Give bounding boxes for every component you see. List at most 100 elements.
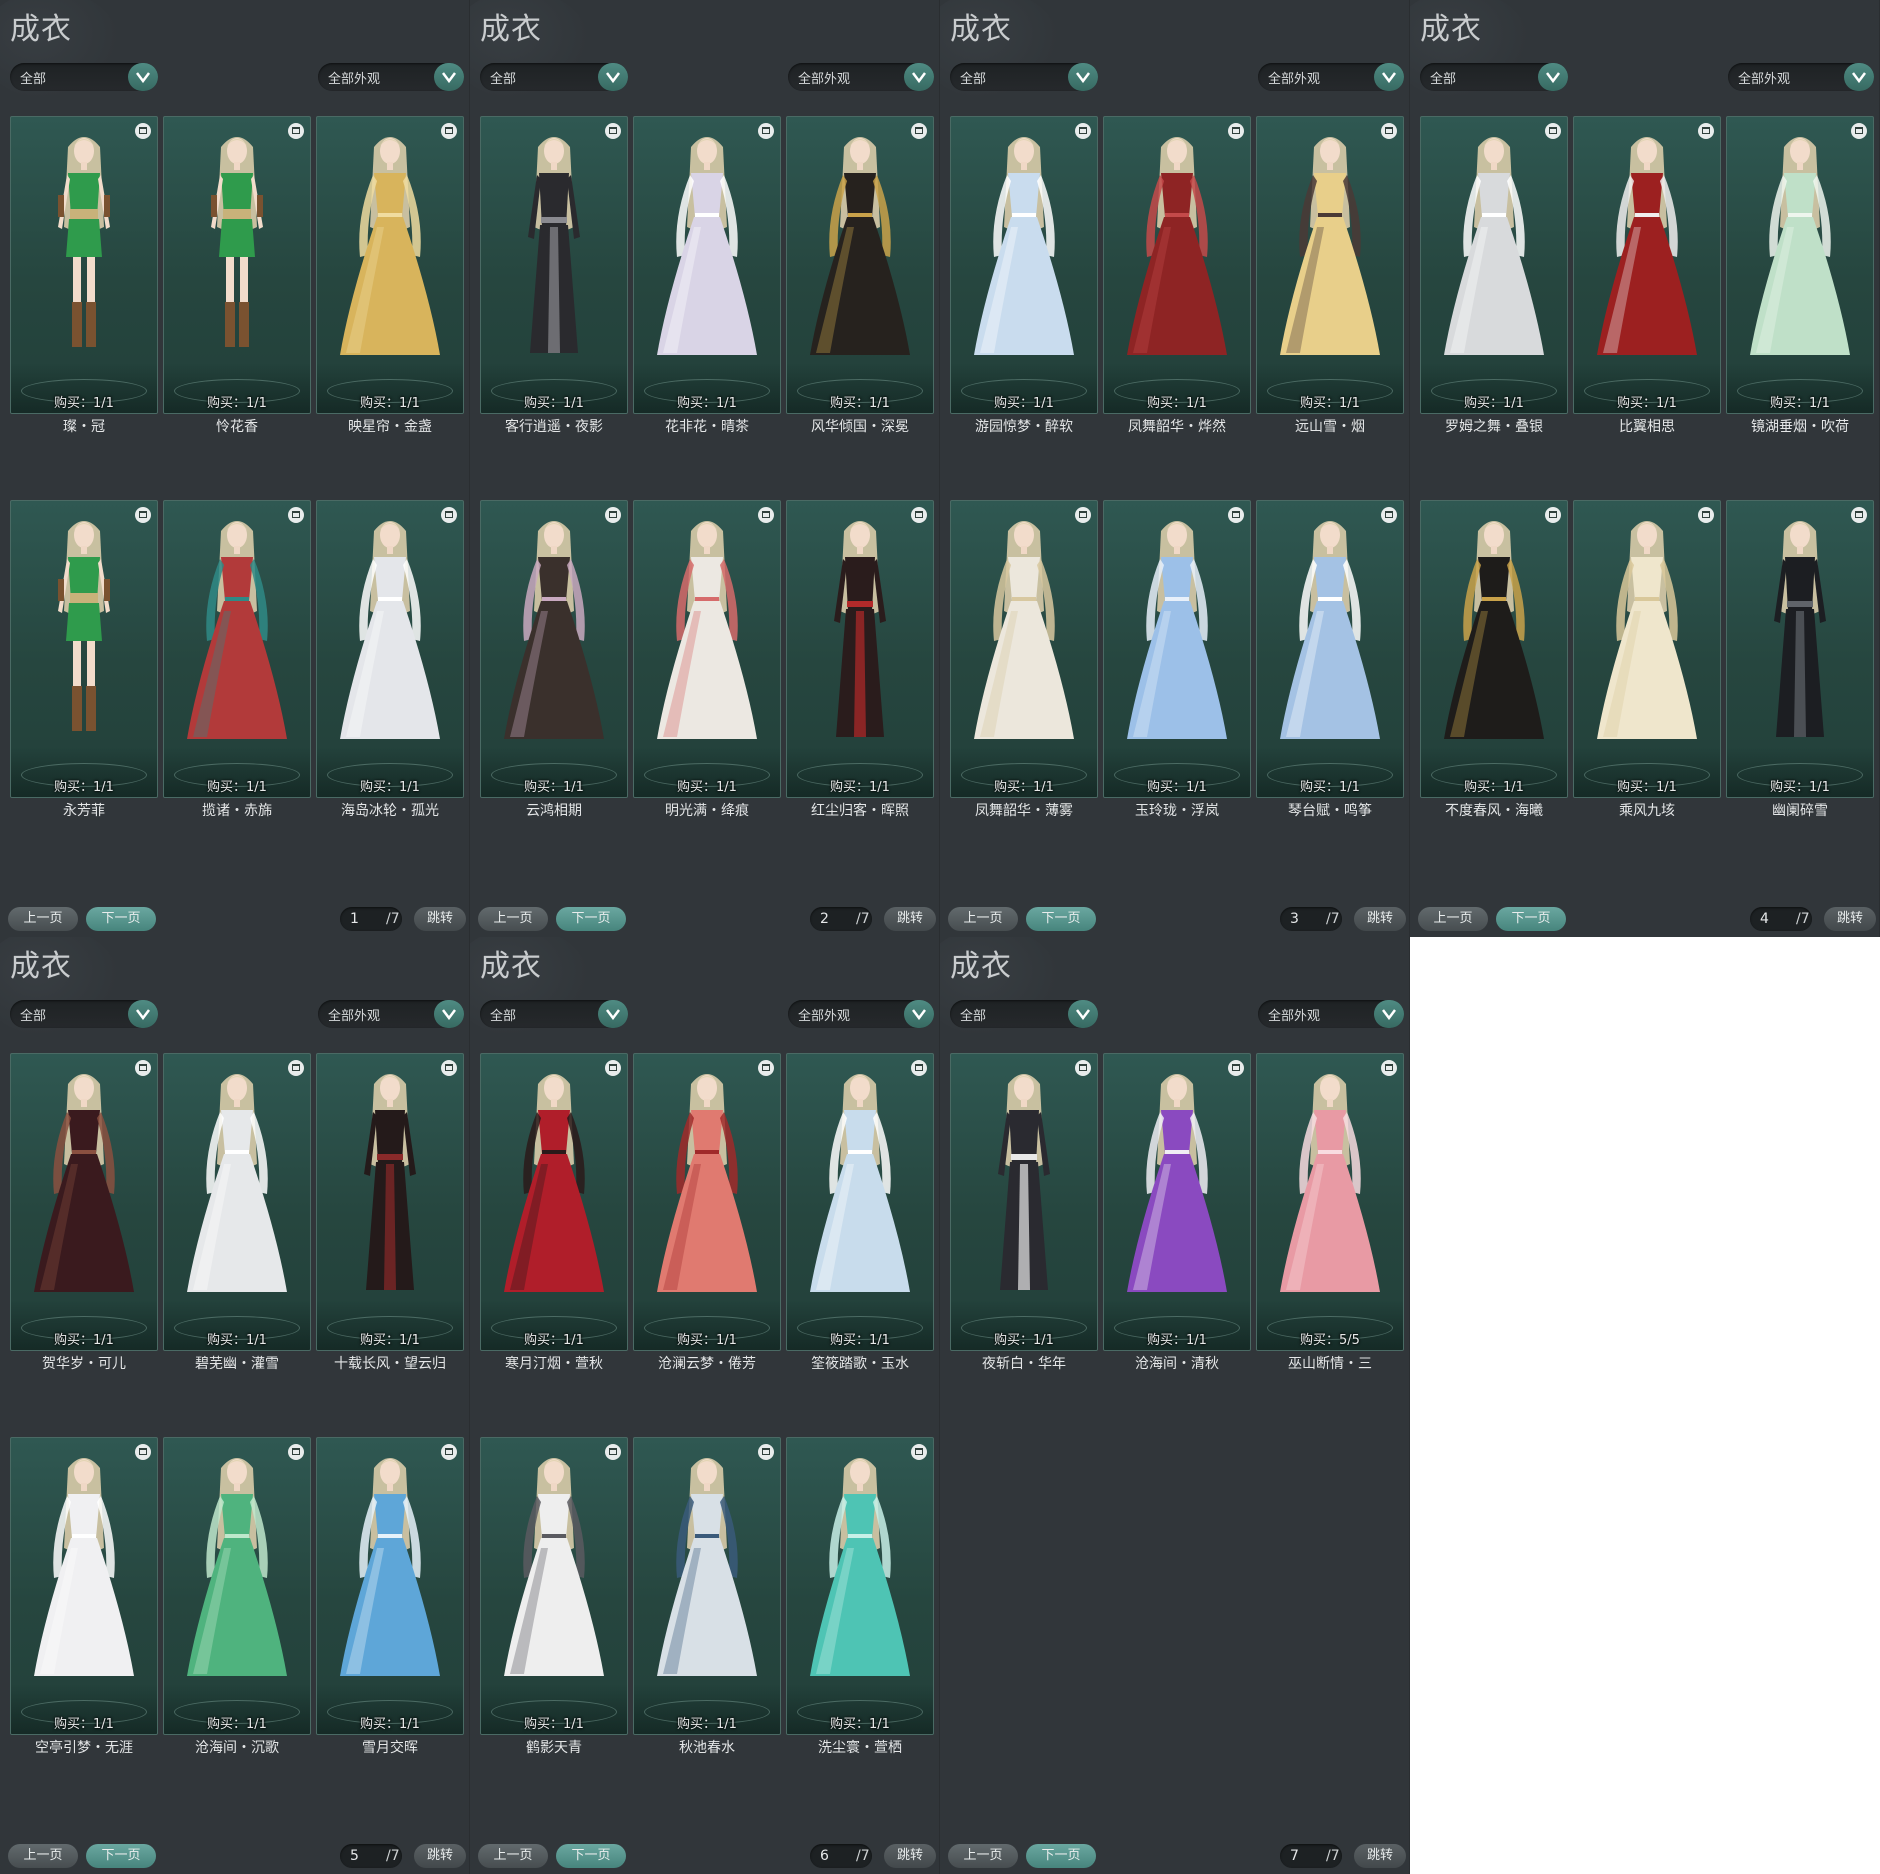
jump-button[interactable]: 跳转 [1354,907,1406,931]
lock-icon[interactable] [1381,123,1397,139]
lock-icon[interactable] [758,1444,774,1460]
lock-icon[interactable] [1228,1060,1244,1076]
outfit-card[interactable]: 购买：1/1 [163,1053,311,1351]
jump-button[interactable]: 跳转 [414,907,466,931]
outfit-card[interactable]: 购买：1/1 [10,116,158,414]
outfit-card[interactable]: 购买：1/1 [316,1053,464,1351]
chevron-down-icon[interactable] [434,1000,464,1028]
outfit-card[interactable]: 购买：1/1 [633,500,781,798]
appearance-filter-dropdown[interactable]: 全部外观 [318,1000,464,1028]
outfit-card[interactable]: 购买：1/1 [1103,500,1251,798]
next-page-button[interactable]: 下一页 [556,907,626,931]
lock-icon[interactable] [758,123,774,139]
outfit-card[interactable]: 购买：1/1 [1256,116,1404,414]
outfit-card[interactable]: 购买：1/1 [1103,1053,1251,1351]
page-number-input[interactable]: 4/7 [1750,907,1812,931]
outfit-card[interactable]: 购买：1/1 [316,116,464,414]
lock-icon[interactable] [441,507,457,523]
jump-button[interactable]: 跳转 [884,907,936,931]
jump-button[interactable]: 跳转 [1354,1844,1406,1868]
outfit-card[interactable]: 购买：1/1 [786,116,934,414]
lock-icon[interactable] [135,1060,151,1076]
jump-button[interactable]: 跳转 [1824,907,1876,931]
lock-icon[interactable] [288,507,304,523]
outfit-card[interactable]: 购买：1/1 [163,116,311,414]
lock-icon[interactable] [441,1444,457,1460]
next-page-button[interactable]: 下一页 [556,1844,626,1868]
appearance-filter-dropdown[interactable]: 全部外观 [1728,63,1874,91]
outfit-card[interactable]: 购买：1/1 [480,1437,628,1735]
lock-icon[interactable] [1075,507,1091,523]
outfit-card[interactable]: 购买：1/1 [10,500,158,798]
page-number-input[interactable]: 7/7 [1280,1844,1342,1868]
outfit-card[interactable]: 购买：1/1 [1726,116,1874,414]
chevron-down-icon[interactable] [128,1000,158,1028]
lock-icon[interactable] [911,1060,927,1076]
chevron-down-icon[interactable] [904,63,934,91]
lock-icon[interactable] [1545,123,1561,139]
outfit-card[interactable]: 购买：1/1 [1726,500,1874,798]
prev-page-button[interactable]: 上一页 [8,907,78,931]
outfit-card[interactable]: 购买：1/1 [163,1437,311,1735]
outfit-card[interactable]: 购买：1/1 [1420,116,1568,414]
next-page-button[interactable]: 下一页 [86,1844,156,1868]
chevron-down-icon[interactable] [598,63,628,91]
outfit-card[interactable]: 购买：1/1 [1420,500,1568,798]
chevron-down-icon[interactable] [1068,1000,1098,1028]
appearance-filter-dropdown[interactable]: 全部外观 [788,1000,934,1028]
next-page-button[interactable]: 下一页 [1026,1844,1096,1868]
lock-icon[interactable] [1381,507,1397,523]
lock-icon[interactable] [1075,1060,1091,1076]
category-filter-dropdown[interactable]: 全部 [10,1000,158,1028]
outfit-card[interactable]: 购买：1/1 [480,1053,628,1351]
outfit-card[interactable]: 购买：1/1 [10,1437,158,1735]
lock-icon[interactable] [758,1060,774,1076]
category-filter-dropdown[interactable]: 全部 [1420,63,1568,91]
lock-icon[interactable] [1545,507,1561,523]
lock-icon[interactable] [288,1060,304,1076]
chevron-down-icon[interactable] [434,63,464,91]
page-number-input[interactable]: 2/7 [810,907,872,931]
outfit-card[interactable]: 购买：1/1 [316,500,464,798]
lock-icon[interactable] [441,123,457,139]
next-page-button[interactable]: 下一页 [86,907,156,931]
lock-icon[interactable] [605,123,621,139]
lock-icon[interactable] [1698,507,1714,523]
appearance-filter-dropdown[interactable]: 全部外观 [1258,1000,1404,1028]
outfit-card[interactable]: 购买：1/1 [10,1053,158,1351]
lock-icon[interactable] [605,507,621,523]
jump-button[interactable]: 跳转 [884,1844,936,1868]
outfit-card[interactable]: 购买：1/1 [950,500,1098,798]
outfit-card[interactable]: 购买：5/5 [1256,1053,1404,1351]
outfit-card[interactable]: 购买：1/1 [633,1053,781,1351]
lock-icon[interactable] [135,507,151,523]
chevron-down-icon[interactable] [1068,63,1098,91]
outfit-card[interactable]: 购买：1/1 [1573,116,1721,414]
prev-page-button[interactable]: 上一页 [478,1844,548,1868]
category-filter-dropdown[interactable]: 全部 [10,63,158,91]
jump-button[interactable]: 跳转 [414,1844,466,1868]
category-filter-dropdown[interactable]: 全部 [950,63,1098,91]
lock-icon[interactable] [911,1444,927,1460]
chevron-down-icon[interactable] [598,1000,628,1028]
lock-icon[interactable] [1075,123,1091,139]
outfit-card[interactable]: 购买：1/1 [950,1053,1098,1351]
lock-icon[interactable] [911,123,927,139]
prev-page-button[interactable]: 上一页 [8,1844,78,1868]
chevron-down-icon[interactable] [1844,63,1874,91]
chevron-down-icon[interactable] [1538,63,1568,91]
outfit-card[interactable]: 购买：1/1 [633,116,781,414]
prev-page-button[interactable]: 上一页 [1418,907,1488,931]
lock-icon[interactable] [1228,123,1244,139]
chevron-down-icon[interactable] [128,63,158,91]
appearance-filter-dropdown[interactable]: 全部外观 [788,63,934,91]
outfit-card[interactable]: 购买：1/1 [786,500,934,798]
outfit-card[interactable]: 购买：1/1 [950,116,1098,414]
page-number-input[interactable]: 1/7 [340,907,402,931]
lock-icon[interactable] [135,1444,151,1460]
page-number-input[interactable]: 5/7 [340,1844,402,1868]
category-filter-dropdown[interactable]: 全部 [480,1000,628,1028]
chevron-down-icon[interactable] [1374,1000,1404,1028]
outfit-card[interactable]: 购买：1/1 [1573,500,1721,798]
next-page-button[interactable]: 下一页 [1496,907,1566,931]
